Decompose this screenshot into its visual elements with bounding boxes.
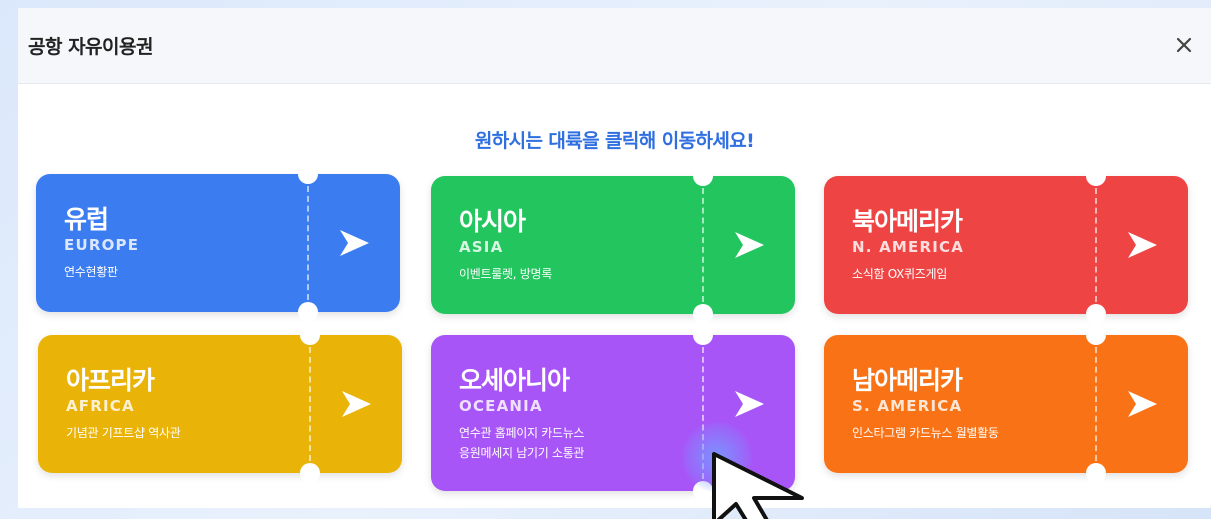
mouse-pointer-icon — [712, 452, 804, 519]
modal-title: 공항 자유이용권 — [28, 36, 153, 58]
ticket-divider — [702, 188, 704, 302]
ticket-title: 오세아니아 — [459, 366, 570, 395]
ticket-divider — [1095, 347, 1097, 461]
ticket-description: 기념관 기프트샵 역사관 — [66, 426, 181, 440]
ticket-title: 아시아 — [459, 207, 526, 236]
ticket-subtitle: S. AMERICA — [852, 397, 963, 415]
airport-pass-modal: 공항 자유이용권 원하시는 대륙을 클릭해 이동하세요! 유럽 EUROPE 연… — [18, 8, 1211, 508]
ticket-africa[interactable]: 아프리카 AFRICA 기념관 기프트샵 역사관 — [38, 325, 402, 483]
ticket-notch — [300, 463, 320, 483]
ticket-notch — [693, 166, 713, 186]
ticket-north-america[interactable]: 북아메리카 N. AMERICA 소식함 OX퀴즈게임 — [824, 166, 1188, 324]
paper-plane-arrow-icon — [1128, 232, 1157, 258]
instruction-text: 원하시는 대륙을 클릭해 이동하세요! — [474, 130, 755, 152]
ticket-notch — [693, 304, 713, 324]
ticket-divider — [309, 347, 311, 461]
ticket-divider — [1095, 188, 1097, 302]
ticket-notch — [693, 325, 713, 345]
ticket-europe[interactable]: 유럽 EUROPE 연수현황판 — [36, 164, 400, 322]
ticket-subtitle: ASIA — [459, 238, 504, 256]
ticket-notch — [1086, 166, 1106, 186]
ticket-south-america[interactable]: 남아메리카 S. AMERICA 인스타그램 카드뉴스 월별활동 — [824, 325, 1188, 483]
ticket-title: 남아메리카 — [852, 366, 963, 395]
paper-plane-arrow-icon — [735, 391, 764, 417]
modal-header: 공항 자유이용권 — [18, 8, 1211, 84]
ticket-divider — [307, 186, 309, 300]
ticket-notch — [1086, 325, 1106, 345]
ticket-notch — [1086, 463, 1106, 483]
ticket-subtitle: N. AMERICA — [852, 238, 965, 256]
ticket-description: 인스타그램 카드뉴스 월별활동 — [852, 426, 999, 440]
ticket-notch — [1086, 304, 1106, 324]
ticket-notch — [298, 302, 318, 322]
paper-plane-arrow-icon — [340, 230, 369, 256]
paper-plane-arrow-icon — [342, 391, 371, 417]
close-button[interactable] — [1169, 30, 1199, 60]
paper-plane-arrow-icon — [1128, 391, 1157, 417]
ticket-subtitle: OCEANIA — [459, 397, 543, 415]
ticket-description: 연수관 홈페이지 카드뉴스 응원메세지 남기기 소통관 — [459, 426, 585, 460]
ticket-subtitle: AFRICA — [66, 397, 135, 415]
ticket-subtitle: EUROPE — [64, 236, 140, 254]
ticket-asia[interactable]: 아시아 ASIA 이벤트룰렛, 방명록 — [431, 166, 795, 324]
ticket-title: 유럽 — [64, 205, 109, 234]
ticket-description: 연수현황판 — [64, 265, 118, 279]
ticket-description: 소식함 OX퀴즈게임 — [852, 267, 947, 281]
close-icon — [1176, 37, 1192, 53]
ticket-notch — [300, 325, 320, 345]
ticket-title: 북아메리카 — [852, 207, 963, 236]
ticket-description: 이벤트룰렛, 방명록 — [459, 267, 552, 281]
ticket-notch — [298, 164, 318, 184]
ticket-title: 아프리카 — [66, 366, 155, 395]
paper-plane-arrow-icon — [735, 232, 764, 258]
